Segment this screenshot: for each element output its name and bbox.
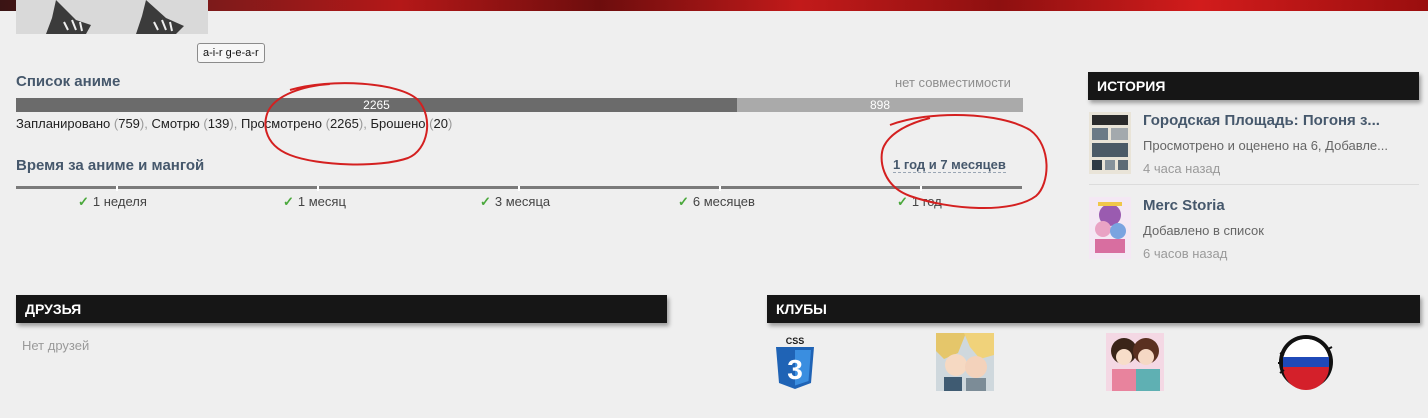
nickname-badge[interactable]: a-i-r g-e-a-r	[197, 43, 265, 63]
status-list: Запланировано (759), Смотрю (139), Просм…	[16, 116, 453, 131]
friends-header[interactable]: ДРУЗЬЯ	[16, 295, 667, 323]
check-icon: ✓	[283, 194, 294, 209]
svg-text:CSS: CSS	[786, 336, 805, 346]
club-anime-art-2[interactable]	[1106, 333, 1164, 391]
milestone-month: ✓ 1 месяц	[283, 194, 346, 209]
status-completed[interactable]: Просмотрено (2265)	[241, 116, 363, 131]
history-divider	[1089, 184, 1419, 185]
total-time[interactable]: 1 год и 7 месяцев	[893, 157, 1006, 173]
check-icon: ✓	[897, 194, 908, 209]
club-css3-logo[interactable]: CSS 3	[766, 333, 824, 391]
anime-list-title[interactable]: Список аниме	[16, 73, 120, 90]
history-item-time: 6 часов назад	[1143, 246, 1228, 261]
check-icon: ✓	[78, 194, 89, 209]
dropped-segment[interactable]: 898	[737, 98, 1023, 112]
time-tick	[317, 186, 319, 191]
anime-progress-bar[interactable]: 2265 898	[16, 98, 1023, 112]
profile-banner	[0, 0, 1428, 11]
time-tick	[518, 186, 520, 191]
completed-segment[interactable]: 2265	[16, 98, 737, 112]
history-item-title[interactable]: Городская Площадь: Погоня з...	[1143, 112, 1380, 129]
no-friends-text: Нет друзей	[22, 338, 90, 353]
check-icon: ✓	[480, 194, 491, 209]
status-watching[interactable]: Смотрю (139)	[152, 116, 234, 131]
compatibility-text: нет совместимости	[895, 75, 1011, 90]
clubs-header[interactable]: КЛУБЫ	[767, 295, 1420, 323]
anime-poster-thumb[interactable]	[1089, 112, 1131, 174]
milestone-6months: ✓ 6 месяцев	[678, 194, 755, 209]
svg-text:3: 3	[787, 354, 803, 385]
time-tick	[116, 186, 118, 191]
status-planned[interactable]: Запланировано (759)	[16, 116, 144, 131]
milestone-year: ✓ 1 год	[897, 194, 942, 209]
time-tick	[719, 186, 721, 191]
club-anime-art-1[interactable]	[936, 333, 994, 391]
milestone-3months: ✓ 3 месяца	[480, 194, 551, 209]
history-item-time: 4 часа назад	[1143, 161, 1221, 176]
history-item-action: Просмотрено и оценено на 6, Добавле...	[1143, 138, 1388, 153]
avatar[interactable]	[16, 0, 208, 34]
club-russia-flag-badge[interactable]	[1276, 333, 1334, 391]
time-tick	[920, 186, 922, 191]
history-header[interactable]: ИСТОРИЯ	[1088, 72, 1419, 100]
time-title: Время за аниме и мангой	[16, 157, 205, 174]
anime-poster-thumb[interactable]	[1089, 197, 1131, 259]
history-item-title[interactable]: Merc Storia	[1143, 197, 1225, 214]
status-dropped[interactable]: Брошено (20)	[370, 116, 452, 131]
check-icon: ✓	[678, 194, 689, 209]
history-item-action: Добавлено в список	[1143, 223, 1264, 238]
milestone-week: ✓ 1 неделя	[78, 194, 147, 209]
